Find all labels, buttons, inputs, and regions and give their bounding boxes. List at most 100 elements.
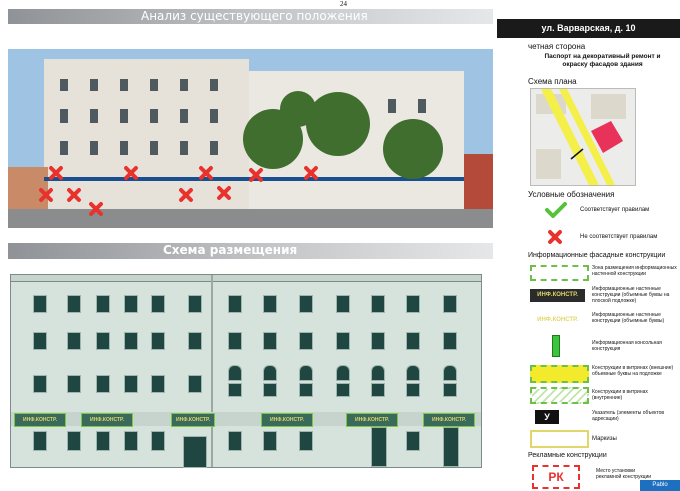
page-number: 24 — [340, 0, 347, 8]
not-ok-x-icon — [547, 229, 563, 245]
window — [188, 332, 202, 350]
window — [96, 332, 110, 350]
markiza-swatch — [530, 430, 589, 448]
facade-photo — [8, 49, 493, 228]
analysis-banner: Анализ существующего положения — [8, 9, 493, 24]
arched-window — [263, 365, 277, 381]
watermark-badge: Pablo — [640, 480, 680, 491]
window — [263, 295, 277, 313]
shop-window — [151, 431, 165, 451]
arched-window — [443, 365, 457, 381]
window — [124, 332, 138, 350]
violation-x-icon — [123, 165, 139, 181]
facade-legend-title: Информационные фасадные конструкции — [528, 252, 666, 259]
window — [67, 375, 81, 393]
info-sign: ИНФ.КОНСТР. — [171, 413, 215, 427]
window — [228, 332, 242, 350]
info-sign: ИНФ.КОНСТР. — [346, 413, 398, 427]
shop-window — [406, 431, 420, 451]
window — [33, 332, 47, 350]
window — [371, 332, 385, 350]
passport-title: Паспорт на декоративный ремонт и окраску… — [544, 53, 661, 68]
legend-not-ok-label: Не соответствует правилам — [580, 234, 658, 240]
window — [228, 295, 242, 313]
arched-window — [299, 365, 313, 381]
console-swatch — [552, 335, 560, 357]
window — [443, 295, 457, 313]
wall-letters-swatch: ИНФ.КОНСТР. — [537, 317, 578, 323]
window — [124, 375, 138, 393]
arched-window — [336, 365, 350, 381]
window — [443, 383, 457, 397]
legend-wall-letters-label: Информационные настенные конструкции (об… — [592, 312, 665, 324]
legend-window-outer-label: Конструкции в витринах (внешние) объемны… — [592, 365, 674, 377]
street-side: четная сторона — [528, 42, 586, 51]
info-sign: ИНФ.КОНСТР. — [14, 413, 66, 427]
violation-x-icon — [38, 187, 54, 203]
scheme-banner: Схема размещения — [8, 243, 493, 259]
violation-x-icon — [66, 187, 82, 203]
window — [151, 375, 165, 393]
window — [67, 332, 81, 350]
window — [371, 383, 385, 397]
watermark-text: Pablo — [652, 482, 668, 488]
window — [336, 295, 350, 313]
violation-x-icon — [198, 165, 214, 181]
legend-pointer-label: Указатель (элементы объектов адресации) — [592, 410, 665, 422]
info-sign: ИНФ.КОНСТР. — [261, 413, 313, 427]
door — [443, 427, 459, 467]
window — [263, 383, 277, 397]
info-sign: ИНФ.КОНСТР. — [81, 413, 133, 427]
violation-x-icon — [216, 185, 232, 201]
wall-flat-swatch: ИНФ.КОНСТР. — [530, 289, 585, 302]
plan-title: Схема плана — [528, 77, 577, 86]
scheme-title: Схема размещения — [163, 243, 298, 257]
check-icon — [545, 202, 567, 218]
facade-elevation: ИНФ.КОНСТР. ИНФ.КОНСТР. ИНФ.КОНСТР. ИНФ.… — [10, 274, 482, 468]
window — [299, 383, 313, 397]
window — [299, 332, 313, 350]
legend-ads-label: Место установки рекламной конструкции — [596, 468, 652, 480]
site-plan-map — [530, 88, 636, 186]
shop-window — [263, 431, 277, 451]
window — [151, 332, 165, 350]
legend-window-inner-label: Конструкции в витринах (внутренние) — [592, 389, 648, 401]
site-plan-drawing — [531, 89, 635, 185]
window — [299, 295, 313, 313]
zone-swatch — [530, 265, 589, 281]
arched-window — [406, 365, 420, 381]
legend-title: Условные обозначения — [528, 190, 615, 199]
address-header: ул. Варварская, д. 10 — [497, 19, 680, 38]
info-sign: ИНФ.КОНСТР. — [423, 413, 475, 427]
window — [96, 295, 110, 313]
legend-zone-label: Зона размещения информационных настенной… — [592, 265, 677, 277]
window — [443, 332, 457, 350]
shop-window — [33, 431, 47, 451]
window — [124, 295, 138, 313]
window — [188, 295, 202, 313]
window-inner-swatch — [530, 387, 589, 404]
shop-window — [67, 431, 81, 451]
arched-window — [371, 365, 385, 381]
violation-x-icon — [248, 167, 264, 183]
window-outer-swatch — [530, 365, 589, 383]
legend-ok-label: Соответствует правилам — [580, 207, 650, 213]
ads-legend-title: Рекламные конструкции — [528, 452, 607, 459]
shop-window — [96, 431, 110, 451]
window — [336, 332, 350, 350]
ads-swatch: РК — [532, 465, 580, 489]
violation-x-icon — [88, 201, 104, 217]
legend-markiza-label: Маркизы — [592, 436, 617, 442]
window — [406, 332, 420, 350]
shop-window — [299, 431, 313, 451]
window — [188, 375, 202, 393]
window — [67, 295, 81, 313]
analysis-title: Анализ существующего положения — [141, 9, 368, 23]
window — [336, 383, 350, 397]
violation-x-icon — [48, 165, 64, 181]
arched-window — [228, 365, 242, 381]
window — [151, 295, 165, 313]
legend-wall-flat-label: Информационные настенные конструкции (об… — [592, 286, 670, 304]
violation-x-icon — [303, 165, 319, 181]
window — [228, 383, 242, 397]
